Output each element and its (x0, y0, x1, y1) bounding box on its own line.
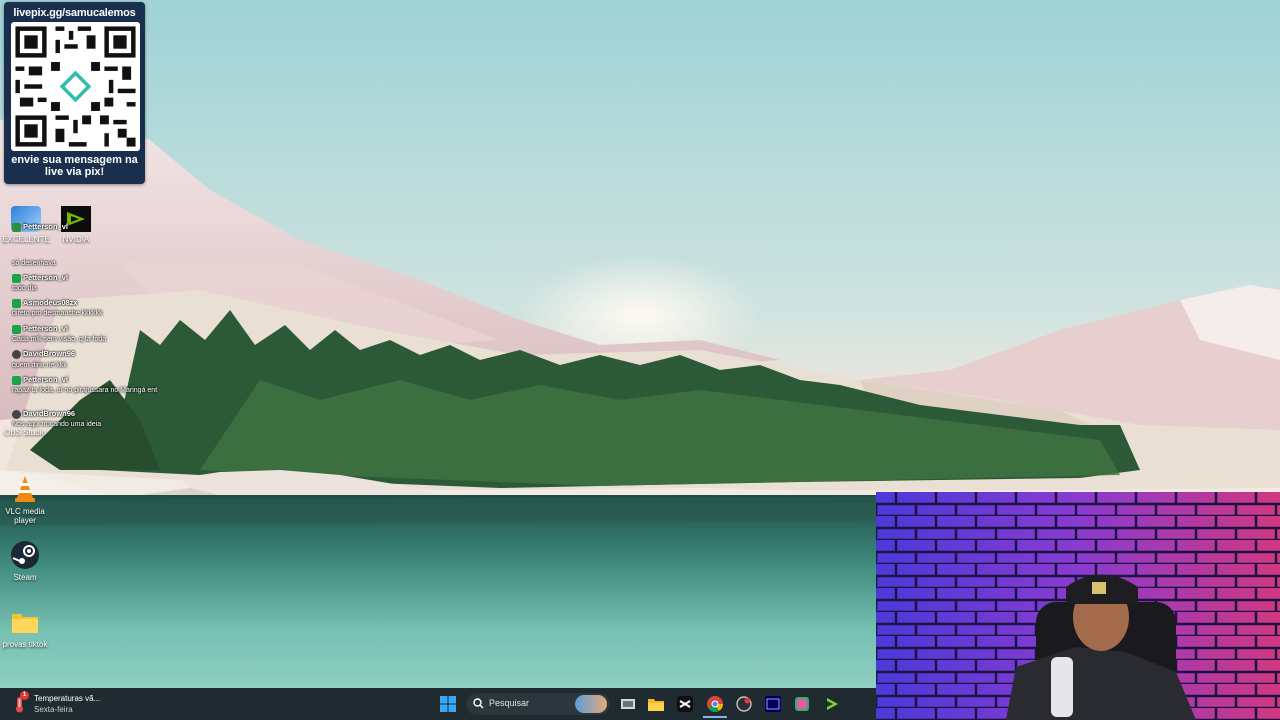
user-badge-icon (12, 409, 21, 419)
premiere-icon (765, 696, 781, 712)
chat-username: DavidBrown96 (23, 349, 76, 358)
weather-text: Temperaturas vã... Sexta-feira (34, 693, 100, 715)
pix-message-line1: envie sua mensagem na (11, 154, 138, 166)
chat-message: só desenhava (12, 260, 56, 267)
chat-username: Petterson_vl (23, 222, 69, 231)
pix-message: envie sua mensagem na live via pix! (4, 154, 145, 178)
chat-line: DavidBrown96 (12, 409, 75, 419)
user-badge-icon (12, 222, 21, 232)
start-icon (440, 696, 456, 712)
desktop-icon-label: VLC media player (5, 507, 45, 525)
chat-username: Petterson_vl (23, 273, 69, 282)
user-badge-icon (12, 324, 21, 334)
search-placeholder: Pesquisar (489, 698, 530, 708)
desktop-icon-label: Steam (13, 573, 37, 582)
pix-message-line2: live via pix! (44, 166, 105, 178)
app-red-icon (736, 696, 752, 712)
taskbar-search[interactable]: Pesquisar (466, 693, 610, 715)
weather-subtitle: Sexta-feira (34, 705, 73, 714)
user-badge-icon (12, 298, 21, 308)
user-badge-icon (12, 349, 21, 359)
search-icon (473, 698, 484, 709)
desktop-icon-vlc[interactable]: VLC media player (0, 474, 50, 525)
chat-username: Petterson_vl (23, 375, 69, 384)
search-highlight-icon (575, 695, 607, 713)
start-button[interactable] (436, 692, 460, 716)
app-red-button[interactable] (732, 692, 756, 716)
chat-message: Nós aqui trocando uma ideia (12, 421, 102, 428)
chat-username: Asmodeus08zx (23, 298, 78, 307)
desktop-icon-label: OBS Studio (4, 428, 46, 437)
qr-code (11, 22, 140, 151)
file-explorer-icon (648, 698, 664, 711)
chat-line: Petterson_vl (12, 273, 68, 283)
chat-message: quem diria né kkk (12, 362, 67, 369)
webcam-overlay (876, 492, 1280, 720)
taskbar: 1 Temperaturas vã... Sexta-feira Pesquis… (0, 688, 876, 720)
pix-donation-widget: livepix.gg/samucalemos envie sua mensage… (4, 2, 145, 184)
chat-line: DavidBrown96 (12, 349, 75, 359)
app-green-icon (795, 697, 809, 711)
vlc-cone-icon (10, 474, 40, 504)
folder-icon (10, 607, 40, 637)
chat-line: Petterson_vl (12, 324, 68, 334)
weather-title: Temperaturas vã... (34, 694, 101, 703)
chat-message: todo dia (12, 285, 37, 292)
desktop-icon-steam[interactable]: Steam (0, 540, 50, 582)
chat-message: rapaz ta foda, aí no pirajussara no Mari… (12, 387, 158, 394)
user-badge-icon (12, 375, 21, 385)
desktop-icon-obs[interactable]: OBS Studio (0, 428, 50, 437)
app-green-button[interactable] (790, 692, 814, 716)
task-view-button[interactable] (616, 692, 640, 716)
chrome-button[interactable] (703, 692, 727, 718)
capcut-button[interactable] (673, 692, 697, 716)
chat-username: Petterson_vl (23, 324, 69, 333)
user-badge-icon (12, 273, 21, 283)
arrow-app-icon (827, 698, 838, 710)
desktop-icon-label: provas tiktok (2, 640, 48, 649)
file-explorer-button[interactable] (644, 692, 668, 716)
premiere-button[interactable] (761, 692, 785, 716)
steam-icon (10, 540, 40, 570)
capcut-icon (677, 696, 693, 712)
chat-line: Asmodeus08zx (12, 298, 78, 308)
arrow-app-button[interactable] (820, 692, 844, 716)
chat-line: Petterson_vl (12, 222, 68, 232)
stream-chat-overlay: Petterson_vl só desenhava Petterson_vl t… (0, 205, 157, 455)
desktop-icon-provas-tiktok[interactable]: provas tiktok (0, 607, 50, 649)
chat-line: Petterson_vl (12, 375, 68, 385)
notification-badge: 1 (20, 691, 29, 700)
chat-message: Cada mlk sem visão, q ta foda (12, 336, 107, 343)
task-view-icon (621, 699, 635, 709)
pix-url: livepix.gg/samucalemos (13, 7, 136, 19)
chat-username: DavidBrown96 (23, 409, 76, 418)
chat-message: direto pro desmanche kkkkkk (12, 310, 103, 317)
chrome-icon (707, 696, 723, 712)
